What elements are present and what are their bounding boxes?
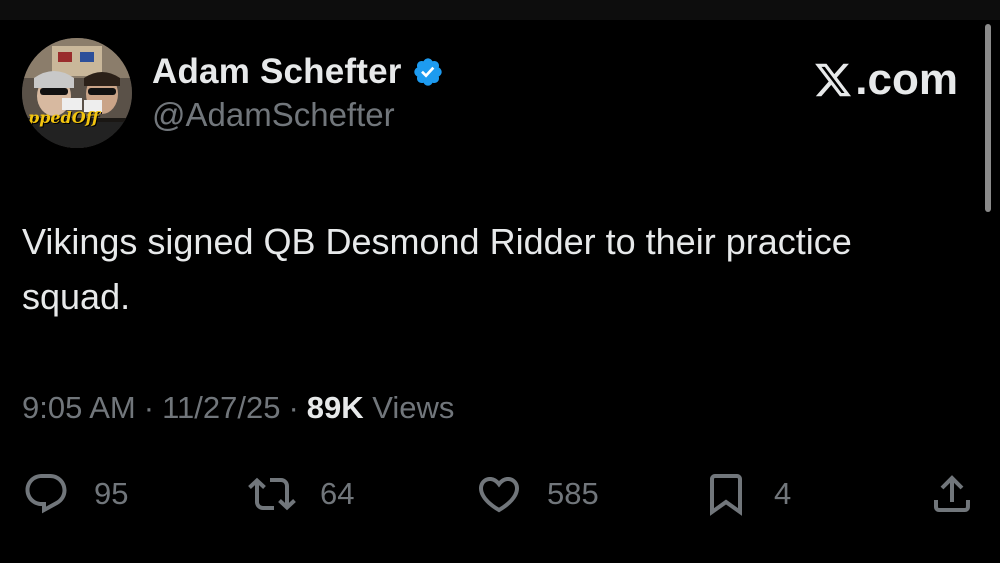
reply-count: 95	[94, 476, 129, 511]
meta-separator: ·	[288, 390, 299, 425]
action-bar: 95 64 585 4	[0, 466, 1000, 522]
heart-icon	[478, 477, 520, 513]
repost-icon	[248, 477, 296, 511]
source-link[interactable]: .com	[813, 55, 958, 105]
bookmark-count: 4	[774, 476, 792, 511]
reply-icon	[25, 474, 67, 514]
tweet-date[interactable]: 11/27/25	[162, 390, 280, 425]
tweet-time[interactable]: 9:05 AM	[22, 390, 136, 425]
avatar-caption: ppedOff	[28, 108, 99, 127]
repost-button[interactable]: 64	[248, 466, 354, 522]
x-logo-icon	[815, 63, 852, 97]
views-label: Views	[372, 390, 455, 425]
tweet-text: Vikings signed QB Desmond Ridder to thei…	[22, 221, 852, 317]
avatar-image	[22, 38, 132, 148]
share-icon	[934, 475, 970, 512]
scrollbar[interactable]	[985, 24, 991, 212]
repost-count: 64	[320, 476, 355, 511]
avatar[interactable]: ppedOff	[22, 38, 132, 148]
reply-button[interactable]: 95	[22, 466, 128, 522]
share-button[interactable]	[928, 466, 976, 522]
author-display-name[interactable]: Adam Schefter	[152, 52, 402, 92]
verified-badge-icon	[412, 56, 444, 88]
views-count[interactable]: 89K	[307, 390, 364, 425]
top-bar	[0, 0, 1000, 20]
like-button[interactable]: 585	[475, 466, 599, 522]
author-handle[interactable]: @AdamSchefter	[152, 96, 395, 134]
meta-separator: ·	[143, 390, 155, 425]
author-name-row[interactable]: Adam Schefter	[152, 52, 444, 92]
source-label: .com	[855, 55, 958, 104]
like-count: 585	[547, 476, 599, 511]
tweet-meta: 9:05 AM · 11/27/25 · 89K Views	[22, 390, 454, 426]
bookmark-button[interactable]: 4	[702, 466, 791, 522]
bookmark-icon	[710, 474, 742, 516]
